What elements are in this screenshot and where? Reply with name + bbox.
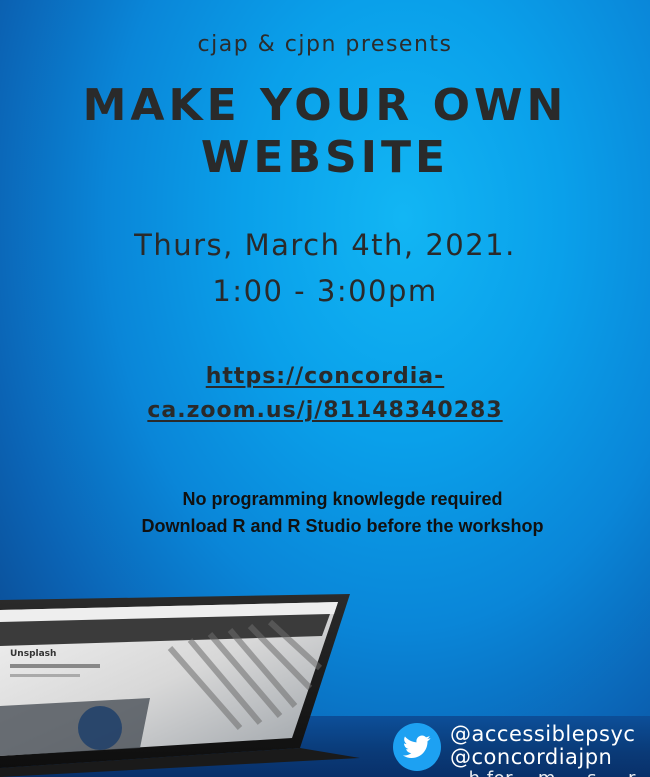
cut-off-text: ...h for ...m ... s ... r — [450, 768, 636, 777]
title-line-2: WEBSITE — [200, 132, 450, 183]
laptop-image: Unsplash — [0, 594, 360, 777]
requirement-note: No programming knowlegde required — [182, 489, 503, 509]
event-date: Thurs, March 4th, 2021. — [134, 228, 516, 262]
twitter-bird-icon — [403, 735, 431, 758]
laptop-screen-text: Unsplash — [10, 649, 56, 659]
event-time: 1:00 - 3:00pm — [212, 274, 438, 308]
twitter-button[interactable] — [393, 723, 441, 771]
zoom-link-line-2: ca.zoom.us/j/81148340283 — [147, 398, 503, 423]
download-note: Download R and R Studio before the works… — [141, 516, 544, 536]
zoom-link-line-1: https://concordia- — [205, 364, 445, 389]
twitter-handle-concordiajpn[interactable]: @concordiajpn — [450, 745, 612, 769]
presenter-line: cjap & cjpn presents — [197, 32, 453, 57]
title-line-1: MAKE YOUR OWN — [82, 80, 568, 131]
twitter-handle-accessiblepsyc[interactable]: @accessiblepsyc — [450, 722, 635, 746]
zoom-link[interactable]: https://concordia- ca.zoom.us/j/81148340… — [140, 360, 510, 428]
event-title: MAKE YOUR OWN WEBSITE — [0, 80, 650, 184]
